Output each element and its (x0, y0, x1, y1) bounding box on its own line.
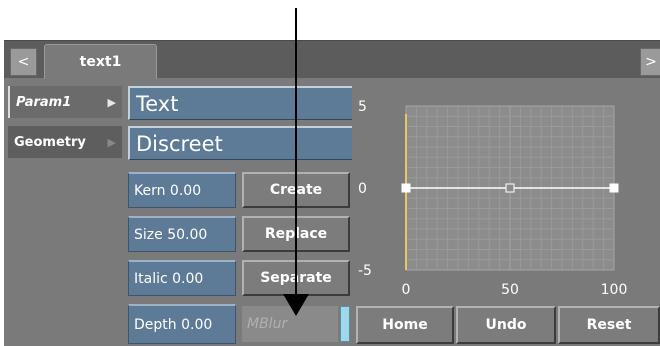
triangle-right-icon: ▶ (107, 135, 116, 149)
y-tick-label: 5 (358, 99, 367, 115)
keyframe-point[interactable] (401, 183, 411, 193)
curve-graph[interactable]: 50-5 0 50 100 (352, 86, 660, 302)
prev-glyph: < (17, 54, 30, 70)
reset-button[interactable]: Reset (558, 306, 660, 344)
mblur-indicator (340, 306, 350, 342)
font-field[interactable]: Discreet (128, 126, 352, 160)
tab-label: text1 (79, 54, 122, 70)
kern-field[interactable]: Kern 0.00 (128, 172, 236, 208)
tab-text1[interactable]: text1 (44, 44, 157, 79)
text-field[interactable]: Text (128, 86, 352, 120)
x-tick-label: 0 (402, 282, 411, 298)
chevron-left-icon[interactable]: < (10, 48, 37, 76)
sidebar-item-param1[interactable]: Param1 ▶ (8, 86, 122, 118)
pointer-arrow-line (295, 8, 297, 298)
home-button[interactable]: Home (356, 306, 454, 344)
keyframe-point[interactable] (505, 183, 515, 193)
triangle-right-icon: ▶ (107, 95, 116, 109)
undo-button[interactable]: Undo (456, 306, 556, 344)
x-tick-label: 50 (501, 282, 519, 298)
sidebar-item-label: Param1 (16, 94, 72, 110)
y-tick-label: 0 (358, 181, 367, 197)
keyframe-point[interactable] (609, 183, 619, 193)
next-glyph: > (645, 54, 657, 70)
depth-field[interactable]: Depth 0.00 (128, 304, 236, 344)
sidebar-item-label: Geometry (14, 134, 86, 150)
sidebar-item-geometry[interactable]: Geometry ▶ (8, 126, 122, 158)
x-tick-label: 100 (601, 282, 628, 298)
y-tick-label: -5 (358, 263, 372, 279)
size-field[interactable]: Size 50.00 (128, 216, 236, 252)
italic-field[interactable]: Italic 0.00 (128, 260, 236, 296)
pointer-arrow-head-icon (283, 294, 309, 316)
chevron-right-icon[interactable]: > (640, 48, 660, 76)
